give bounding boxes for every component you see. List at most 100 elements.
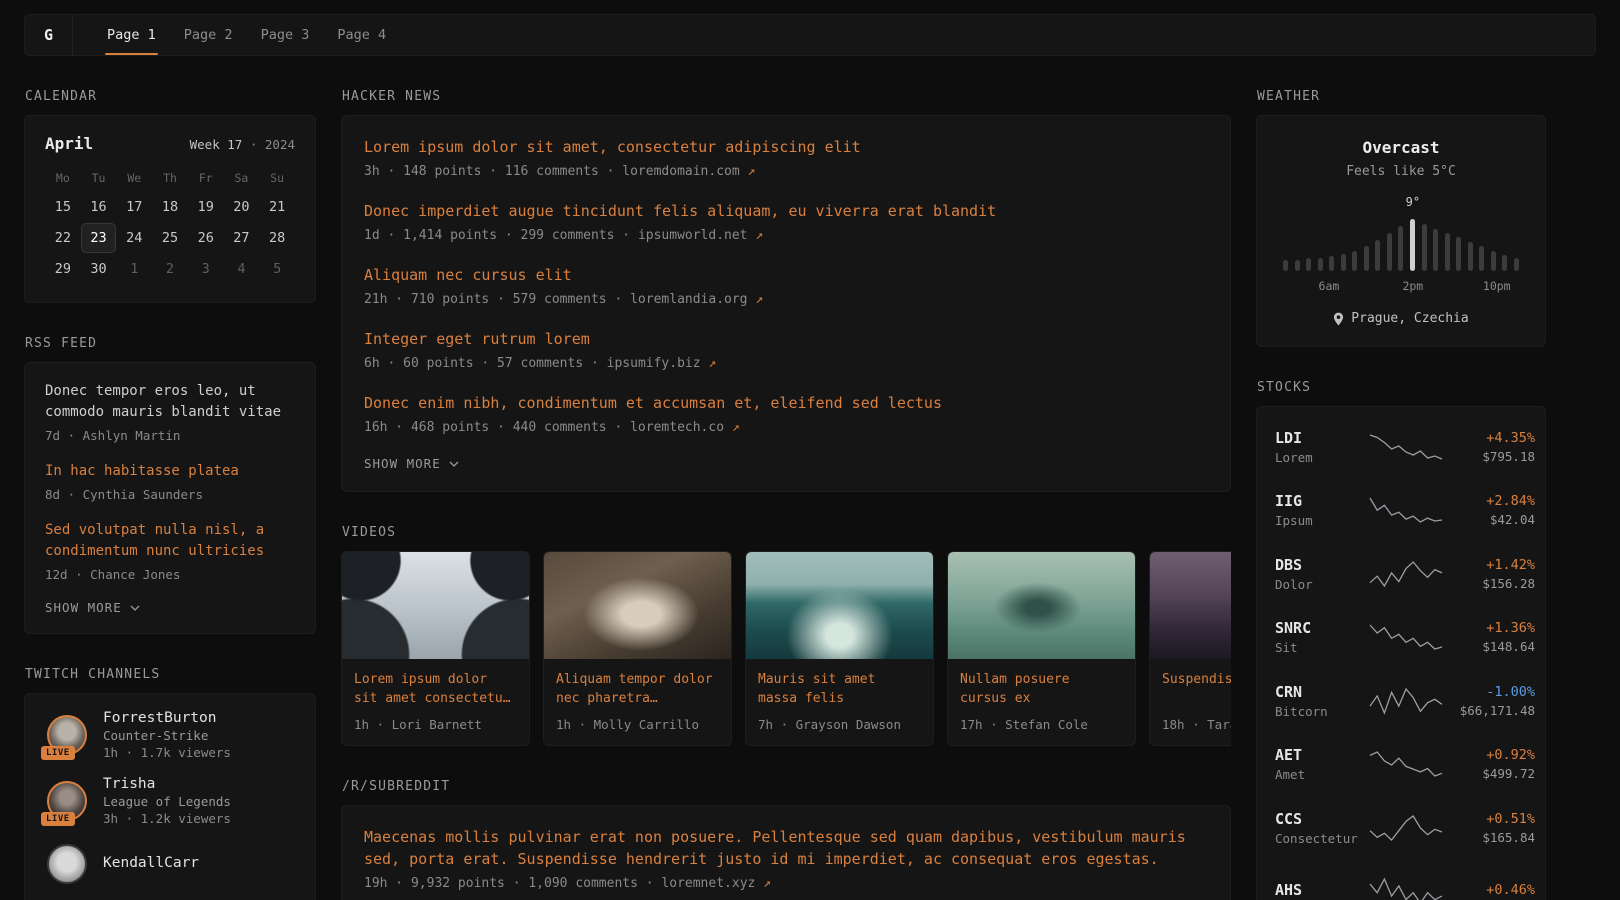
hn-domain-link[interactable]: ipsumworld.net [638,228,748,243]
weather-section: WEATHER Overcast Feels like 5°C 9° 6am 2… [1256,89,1546,347]
videos-section-label: VIDEOS [342,525,1231,540]
rss-show-more-button[interactable]: SHOW MORE [45,600,140,615]
video-card[interactable]: Nullam posuere cursus ex 17h · Stefan Co… [947,551,1136,746]
stock-row[interactable]: CCS Consectetur +0.51% $165.84 [1275,796,1527,860]
hn-story-link[interactable]: Donec imperdiet augue tincidunt felis al… [364,200,1208,222]
video-title-link[interactable]: Aliquam tempor dolor nec pharetra… [556,670,719,708]
channel-info: KendallCarr [103,855,199,873]
live-badge: LIVE [41,812,75,826]
video-card[interactable]: Aliquam tempor dolor nec pharetra… 1h · … [543,551,732,746]
subreddit-section: /R/SUBREDDIT Maecenas mollis pulvinar er… [341,779,1231,900]
sparkline-chart [1369,687,1443,715]
video-title-link[interactable]: Mauris sit amet massa felis [758,670,921,708]
hackernews-widget: Lorem ipsum dolor sit amet, consectetur … [341,115,1231,492]
hn-meta-text: 16h · 468 points · 440 comments · [364,420,630,435]
left-column: CALENDAR April Week 17 · 2024 Mo Tu We T… [24,56,316,900]
hn-domain-link[interactable]: loremdomain.com [622,164,739,179]
stock-row[interactable]: IIG Ipsum +2.84% $42.04 [1275,479,1527,543]
hn-story-link[interactable]: Integer eget rutrum lorem [364,328,1208,350]
hn-meta-text: 21h · 710 points · 579 comments · [364,292,630,307]
stock-id: LDI Lorem [1275,429,1369,465]
channel-avatar[interactable] [45,842,89,886]
hn-story-meta: 21h · 710 points · 579 comments · loreml… [364,292,1208,307]
video-meta: 1h · Molly Carrillo [556,717,719,732]
weather-location-text: Prague, Czechia [1351,311,1468,326]
video-card[interactable]: Suspendisse diam 18h · Tara [1149,551,1231,746]
external-link-icon: ↗ [755,228,763,243]
twitch-channel[interactable]: LIVE ForrestBurton Counter-Strike 1h · 1… [45,710,295,760]
video-thumbnail[interactable] [746,552,933,659]
calendar-day-next-month: 3 [188,254,224,284]
external-link-icon: ↗ [748,164,756,179]
calendar-day: 17 [116,192,152,222]
hn-meta-text: 6h · 60 points · 57 comments · [364,356,607,371]
hn-domain-link[interactable]: loremtech.co [630,420,724,435]
app-logo[interactable]: G [25,15,73,55]
rss-item-link[interactable]: Sed volutpat nulla nisl, a condimentum n… [45,520,295,562]
stock-price: $795.18 [1443,449,1535,464]
channel-avatar[interactable]: LIVE [45,713,89,757]
weather-condition: Overcast [1275,138,1527,157]
stock-price: $165.84 [1443,830,1535,845]
stock-name: Bitcorn [1275,704,1369,719]
calendar-day-next-month: 2 [152,254,188,284]
video-title-link[interactable]: Suspendisse diam [1162,670,1231,708]
video-title-link[interactable]: Nullam posuere cursus ex [960,670,1123,708]
video-thumbnail[interactable] [948,552,1135,659]
stock-row[interactable]: LDI Lorem +4.35% $795.18 [1275,415,1527,479]
subreddit-post-link[interactable]: Maecenas mollis pulvinar erat non posuer… [364,826,1208,870]
channel-avatar[interactable]: LIVE [45,779,89,823]
video-info: Nullam posuere cursus ex 17h · Stefan Co… [948,659,1135,745]
tab-page-2[interactable]: Page 2 [170,15,247,55]
video-info: Mauris sit amet massa felis 7h · Grayson… [746,659,933,745]
channel-info: ForrestBurton Counter-Strike 1h · 1.7k v… [103,710,231,760]
topbar: G Page 1 Page 2 Page 3 Page 4 [24,14,1596,56]
video-card[interactable]: Mauris sit amet massa felis 7h · Grayson… [745,551,934,746]
calendar-header: April Week 17 · 2024 [45,134,295,153]
sparkline-chart [1369,433,1443,461]
stock-row[interactable]: AET Amet +0.92% $499.72 [1275,733,1527,797]
videos-section: VIDEOS Lorem ipsum dolor sit amet consec… [341,525,1231,746]
twitch-channel[interactable]: KendallCarr [45,842,295,886]
stock-id: SNRC Sit [1275,619,1369,655]
page-tabs: Page 1 Page 2 Page 3 Page 4 [93,15,400,55]
hn-story-link[interactable]: Donec enim nibh, condimentum et accumsan… [364,392,1208,414]
calendar-week: Week 17 · 2024 [190,137,295,152]
stock-row[interactable]: CRN Bitcorn -1.00% $66,171.48 [1275,669,1527,733]
channel-game[interactable]: League of Legends [103,794,231,809]
video-thumbnail[interactable] [342,552,529,659]
tab-page-3[interactable]: Page 3 [247,15,324,55]
stock-symbol: DBS [1275,556,1369,574]
tab-page-1[interactable]: Page 1 [93,15,170,55]
stock-row[interactable]: SNRC Sit +1.36% $148.64 [1275,606,1527,670]
weather-bar [1468,242,1473,271]
video-info: Aliquam tempor dolor nec pharetra… 1h · … [544,659,731,745]
rss-item-link[interactable]: Donec tempor eros leo, ut commodo mauris… [45,381,295,423]
video-card[interactable]: Lorem ipsum dolor sit amet consectetu… 1… [341,551,530,746]
hn-story-link[interactable]: Aliquam nec cursus elit [364,264,1208,286]
tab-page-4[interactable]: Page 4 [323,15,400,55]
hn-show-more-button[interactable]: SHOW MORE [364,456,459,471]
video-thumbnail[interactable] [544,552,731,659]
hn-meta-text: 1d · 1,414 points · 299 comments · [364,228,638,243]
hn-story-link[interactable]: Lorem ipsum dolor sit amet, consectetur … [364,136,1208,158]
hn-domain-link[interactable]: loremlandia.org [630,292,747,307]
channel-game[interactable]: Counter-Strike [103,728,231,743]
video-thumbnail[interactable] [1150,552,1231,659]
show-more-label: SHOW MORE [364,456,441,471]
hn-domain-link[interactable]: ipsumify.biz [607,356,701,371]
rss-item-link[interactable]: In hac habitasse platea [45,461,295,482]
weather-bar [1445,233,1450,271]
stock-row[interactable]: AHS +0.46% [1275,860,1527,900]
channel-name-link[interactable]: Trisha [103,776,231,792]
twitch-section-label: TWITCH CHANNELS [25,667,316,682]
channel-name-link[interactable]: ForrestBurton [103,710,231,726]
stock-row[interactable]: DBS Dolor +1.42% $156.28 [1275,542,1527,606]
hn-meta-text: 3h · 148 points · 116 comments · [364,164,622,179]
video-title-link[interactable]: Lorem ipsum dolor sit amet consectetu… [354,670,517,708]
stock-values: +1.36% $148.64 [1443,620,1535,654]
channel-name-link[interactable]: KendallCarr [103,855,199,871]
twitch-channel[interactable]: LIVE Trisha League of Legends 3h · 1.2k … [45,776,295,826]
hn-item: Lorem ipsum dolor sit amet, consectetur … [364,136,1208,179]
subreddit-domain-link[interactable]: loremnet.xyz [661,876,755,891]
